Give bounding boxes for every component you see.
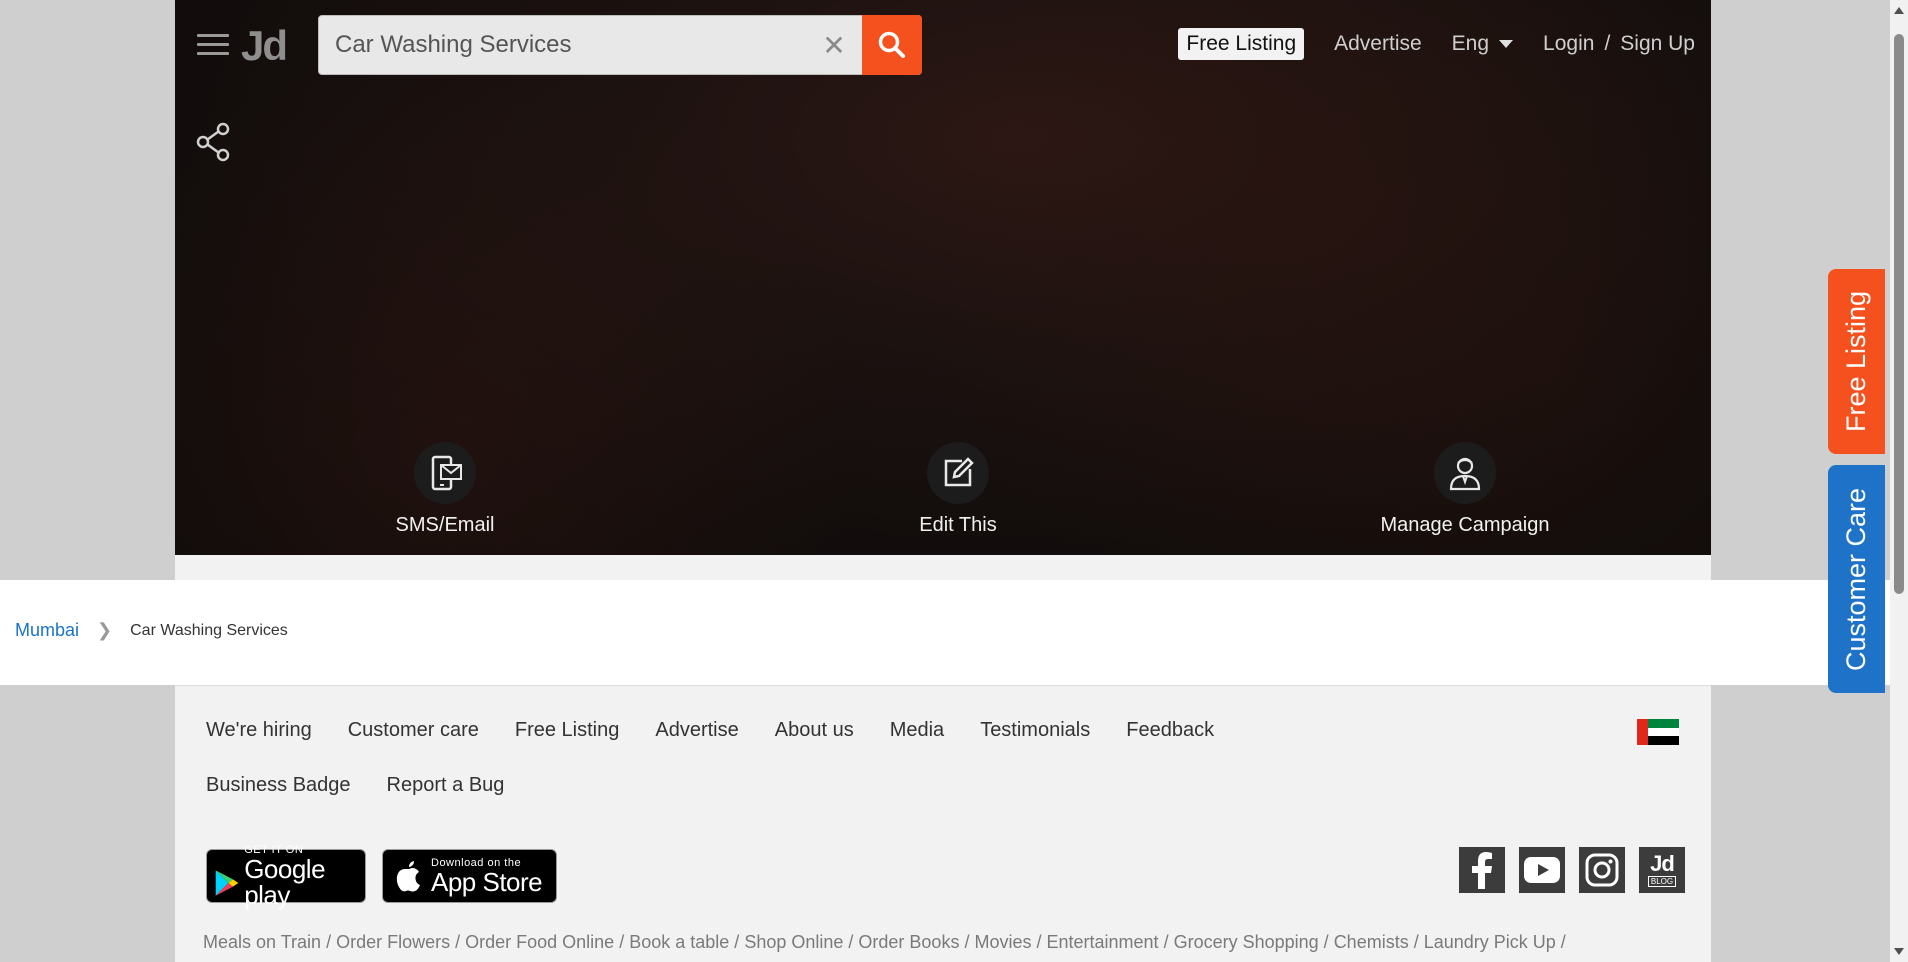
sms-email-label: SMS/Email xyxy=(395,514,495,536)
sms-email-icon xyxy=(414,442,476,504)
caret-down-icon xyxy=(1499,40,1514,48)
scroll-thumb[interactable] xyxy=(1894,34,1904,594)
edit-this-label: Edit This xyxy=(919,514,997,536)
search-button[interactable] xyxy=(862,15,922,75)
footer: We're hiring Customer care Free Listing … xyxy=(175,685,1711,962)
edit-this-action[interactable]: Edit This xyxy=(883,442,1033,537)
footer-link-advertise[interactable]: Advertise xyxy=(655,719,738,742)
jd-logo[interactable]: Jd xyxy=(241,22,288,70)
footer-link-about-us[interactable]: About us xyxy=(775,719,854,742)
quick-link[interactable]: Movies xyxy=(974,932,1031,952)
quick-link[interactable]: Chemists xyxy=(1334,932,1409,952)
quick-link[interactable]: Order Food Online xyxy=(465,932,614,952)
edit-icon xyxy=(927,442,989,504)
quick-links: Meals on Train / Order Flowers / Order Food … xyxy=(203,932,1566,952)
uae-flag-icon[interactable] xyxy=(1637,719,1679,746)
footer-links: We're hiring Customer care Free Listing … xyxy=(206,719,1406,797)
app-store-big-text: App Store xyxy=(431,867,543,897)
auth-separator: / xyxy=(1604,32,1611,55)
instagram-icon[interactable] xyxy=(1579,847,1625,893)
manage-campaign-action[interactable]: Manage Campaign xyxy=(1365,442,1565,537)
scroll-down-icon[interactable] xyxy=(1894,948,1904,955)
header-nav: Free Listing Advertise Eng Login / Sign … xyxy=(1178,28,1695,60)
scrollbar[interactable] xyxy=(1890,0,1908,962)
side-tab-customer-care[interactable]: Customer Care xyxy=(1828,465,1885,693)
share-icon[interactable] xyxy=(195,122,231,162)
manage-campaign-icon xyxy=(1434,442,1496,504)
apple-icon xyxy=(396,861,420,892)
footer-link-hiring[interactable]: We're hiring xyxy=(206,719,312,742)
quick-link[interactable]: Order Flowers xyxy=(336,932,450,952)
jd-blog-logo-text: Jd xyxy=(1650,850,1675,876)
side-tab-free-listing[interactable]: Free Listing xyxy=(1828,269,1885,454)
facebook-icon[interactable] xyxy=(1459,847,1505,893)
google-play-badge[interactable]: GET IT ON Google play xyxy=(206,844,366,908)
scroll-up-icon[interactable] xyxy=(1894,7,1904,14)
footer-link-business-badge[interactable]: Business Badge xyxy=(206,774,351,797)
quick-link[interactable]: Shop Online xyxy=(744,932,843,952)
hero-banner: Jd ✕ Free Listing Advertise Eng Login / … xyxy=(175,0,1711,555)
free-listing-button[interactable]: Free Listing xyxy=(1178,28,1305,60)
quick-link[interactable]: Order Books xyxy=(858,932,959,952)
google-play-icon xyxy=(215,870,239,896)
login-link[interactable]: Login xyxy=(1543,32,1594,56)
clear-icon[interactable]: ✕ xyxy=(806,29,862,62)
jd-blog-icon[interactable]: Jd BLOG xyxy=(1639,847,1685,893)
breadcrumb-band: Mumbai ❯ Car Washing Services xyxy=(0,580,1908,685)
quick-link[interactable]: Entertainment xyxy=(1047,932,1159,952)
footer-link-customer-care[interactable]: Customer care xyxy=(348,719,479,742)
footer-link-feedback[interactable]: Feedback xyxy=(1126,719,1214,742)
jd-blog-label: BLOG xyxy=(1647,875,1677,887)
app-store-badge[interactable]: Download on the App Store xyxy=(382,849,557,903)
language-label: Eng xyxy=(1451,32,1490,55)
hero-bottom-strip xyxy=(175,555,1711,580)
google-play-big-text: Google play xyxy=(244,854,326,910)
signup-link[interactable]: Sign Up xyxy=(1620,32,1695,56)
chevron-right-icon: ❯ xyxy=(97,620,113,640)
quick-link[interactable]: Laundry Pick Up xyxy=(1424,932,1556,952)
side-tab-customer-care-label: Customer Care xyxy=(1841,487,1871,671)
side-tab-free-listing-label: Free Listing xyxy=(1841,290,1872,433)
search-box: ✕ xyxy=(318,15,922,75)
advertise-link[interactable]: Advertise xyxy=(1334,32,1422,56)
menu-icon[interactable] xyxy=(197,34,229,56)
footer-link-testimonials[interactable]: Testimonials xyxy=(980,719,1090,742)
breadcrumb: Mumbai ❯ Car Washing Services xyxy=(15,620,288,641)
quick-link[interactable]: Grocery Shopping xyxy=(1174,932,1319,952)
auth-links: Login / Sign Up xyxy=(1543,32,1695,56)
youtube-icon[interactable] xyxy=(1519,847,1565,893)
quick-link[interactable]: Book a table xyxy=(629,932,729,952)
breadcrumb-city-link[interactable]: Mumbai xyxy=(15,620,79,641)
footer-link-report-bug[interactable]: Report a Bug xyxy=(387,774,505,797)
breadcrumb-current: Car Washing Services xyxy=(130,621,288,639)
sms-email-action[interactable]: SMS/Email xyxy=(370,442,520,537)
quick-link[interactable]: Meals on Train xyxy=(203,932,321,952)
footer-link-media[interactable]: Media xyxy=(890,719,944,742)
language-select[interactable]: Eng xyxy=(1451,32,1514,56)
search-icon xyxy=(878,31,905,58)
search-input[interactable] xyxy=(319,16,806,74)
manage-campaign-label: Manage Campaign xyxy=(1380,514,1550,536)
footer-link-free-listing[interactable]: Free Listing xyxy=(515,719,620,742)
